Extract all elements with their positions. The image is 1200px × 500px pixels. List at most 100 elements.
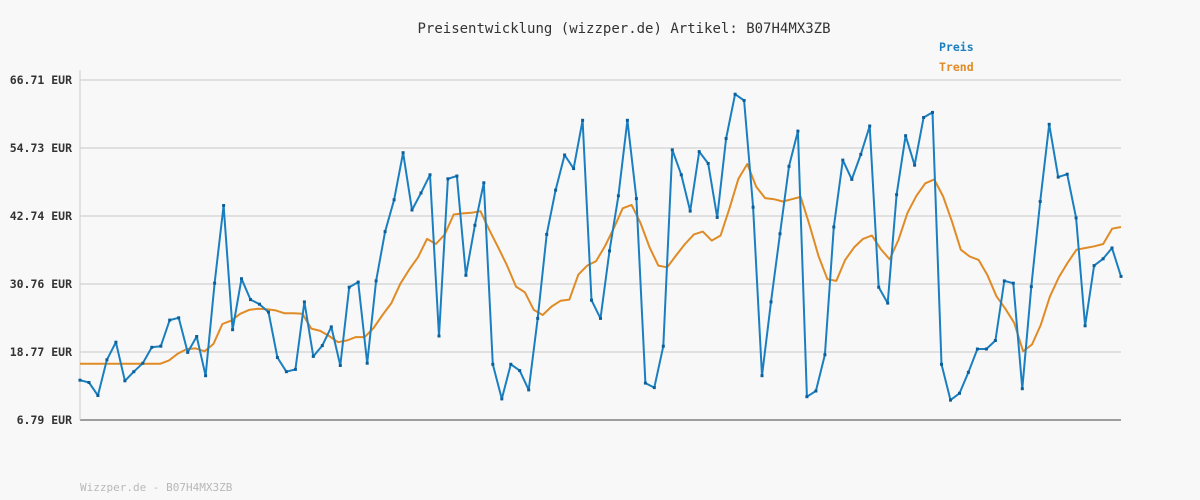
plot-area xyxy=(80,70,1121,420)
preis-point xyxy=(509,362,513,366)
preis-point xyxy=(464,273,468,277)
preis-point xyxy=(877,285,881,289)
preis-point xyxy=(634,197,638,201)
preis-point xyxy=(1083,324,1087,328)
preis-point xyxy=(796,129,800,133)
preis-point xyxy=(841,158,845,162)
preis-point xyxy=(679,173,683,177)
preis-point xyxy=(778,232,782,236)
preis-point xyxy=(643,381,647,385)
preis-point xyxy=(527,388,531,392)
preis-point xyxy=(365,361,369,365)
preis-point xyxy=(940,362,943,366)
preis-point xyxy=(787,164,791,168)
preis-point xyxy=(850,177,854,181)
preis-point xyxy=(1056,175,1060,179)
preis-point xyxy=(715,215,719,219)
chart-title: Preisentwicklung (wizzper.de) Artikel: B… xyxy=(417,21,830,37)
preis-point xyxy=(428,173,432,177)
preis-point xyxy=(105,358,109,362)
preis-point xyxy=(1029,285,1033,289)
preis-point xyxy=(724,137,728,140)
preis-point xyxy=(446,177,450,181)
preis-point xyxy=(132,370,136,374)
preis-point xyxy=(1110,246,1114,250)
preis-point xyxy=(240,277,243,281)
preis-point xyxy=(338,364,342,367)
preis-point xyxy=(150,345,154,349)
preis-point xyxy=(572,167,576,171)
preis-point xyxy=(329,325,333,329)
y-tick-label: 54.73 EUR xyxy=(10,141,72,155)
preis-point xyxy=(608,249,611,253)
preis-point xyxy=(545,232,549,236)
preis-point xyxy=(473,223,477,227)
preis-point xyxy=(697,150,701,154)
preis-point xyxy=(769,300,773,304)
preis-point xyxy=(688,209,692,213)
preis-point xyxy=(652,386,656,390)
y-tick-label: 66.71 EUR xyxy=(10,73,72,87)
y-tick-label: 18.77 EUR xyxy=(10,345,72,359)
preis-point xyxy=(706,162,710,165)
preis-point xyxy=(482,181,486,185)
preis-point xyxy=(204,374,208,378)
preis-point xyxy=(805,395,809,399)
preis-point xyxy=(966,370,970,374)
preis-point xyxy=(931,110,934,114)
preis-point xyxy=(267,310,270,314)
preis-point xyxy=(78,378,82,382)
preis-point xyxy=(275,356,279,359)
preis-point xyxy=(419,191,423,195)
preis-point xyxy=(670,148,674,152)
preis-point xyxy=(518,369,522,373)
preis-point xyxy=(374,279,378,283)
preis-point xyxy=(177,316,181,320)
preis-point xyxy=(1065,172,1069,176)
preis-point xyxy=(1119,274,1123,278)
preis-point xyxy=(616,194,620,198)
preis-point xyxy=(258,302,261,306)
preis-point xyxy=(96,394,100,397)
preis-point xyxy=(87,381,91,384)
preis-point xyxy=(922,116,926,119)
preis-point xyxy=(742,99,746,102)
preis-point xyxy=(733,92,737,96)
preis-point xyxy=(249,298,252,302)
preis-point xyxy=(590,298,593,302)
preis-point xyxy=(141,361,145,365)
preis-point xyxy=(195,335,199,338)
preis-point xyxy=(1020,387,1024,391)
legend-preis: Preis xyxy=(939,40,974,54)
preis-point xyxy=(1074,216,1078,220)
preis-point xyxy=(554,188,558,192)
preis-point xyxy=(625,118,629,122)
preis-point xyxy=(320,344,324,348)
y-axis-labels: 66.71 EUR 54.73 EUR 42.74 EUR 30.76 EUR 18.7… xyxy=(10,73,72,427)
y-tick-label: 42.74 EUR xyxy=(10,209,72,223)
preis-point xyxy=(563,153,567,157)
preis-point xyxy=(302,300,306,304)
preis-point xyxy=(123,379,127,383)
preis-point xyxy=(455,174,459,178)
preis-point xyxy=(401,151,405,155)
preis-point xyxy=(1092,264,1096,268)
preis-point xyxy=(886,301,890,305)
preis-point xyxy=(1002,279,1006,283)
preis-point xyxy=(984,347,988,351)
y-tick-label: 6.79 EUR xyxy=(17,413,72,427)
preis-point xyxy=(222,204,226,207)
price-chart: 66.71 EUR 54.73 EUR 42.74 EUR 30.76 EUR 18.7… xyxy=(10,21,1123,494)
preis-point xyxy=(760,374,764,378)
preis-point xyxy=(311,354,315,358)
preis-point xyxy=(661,344,665,348)
preis-point xyxy=(536,316,540,320)
preis-point xyxy=(895,193,899,197)
preis-point xyxy=(186,350,190,354)
preis-point xyxy=(284,370,288,374)
legend-trend: Trend xyxy=(939,60,974,74)
preis-point xyxy=(599,316,602,320)
preis-point xyxy=(168,318,172,322)
preis-point xyxy=(814,389,818,393)
preis-point xyxy=(213,281,217,285)
